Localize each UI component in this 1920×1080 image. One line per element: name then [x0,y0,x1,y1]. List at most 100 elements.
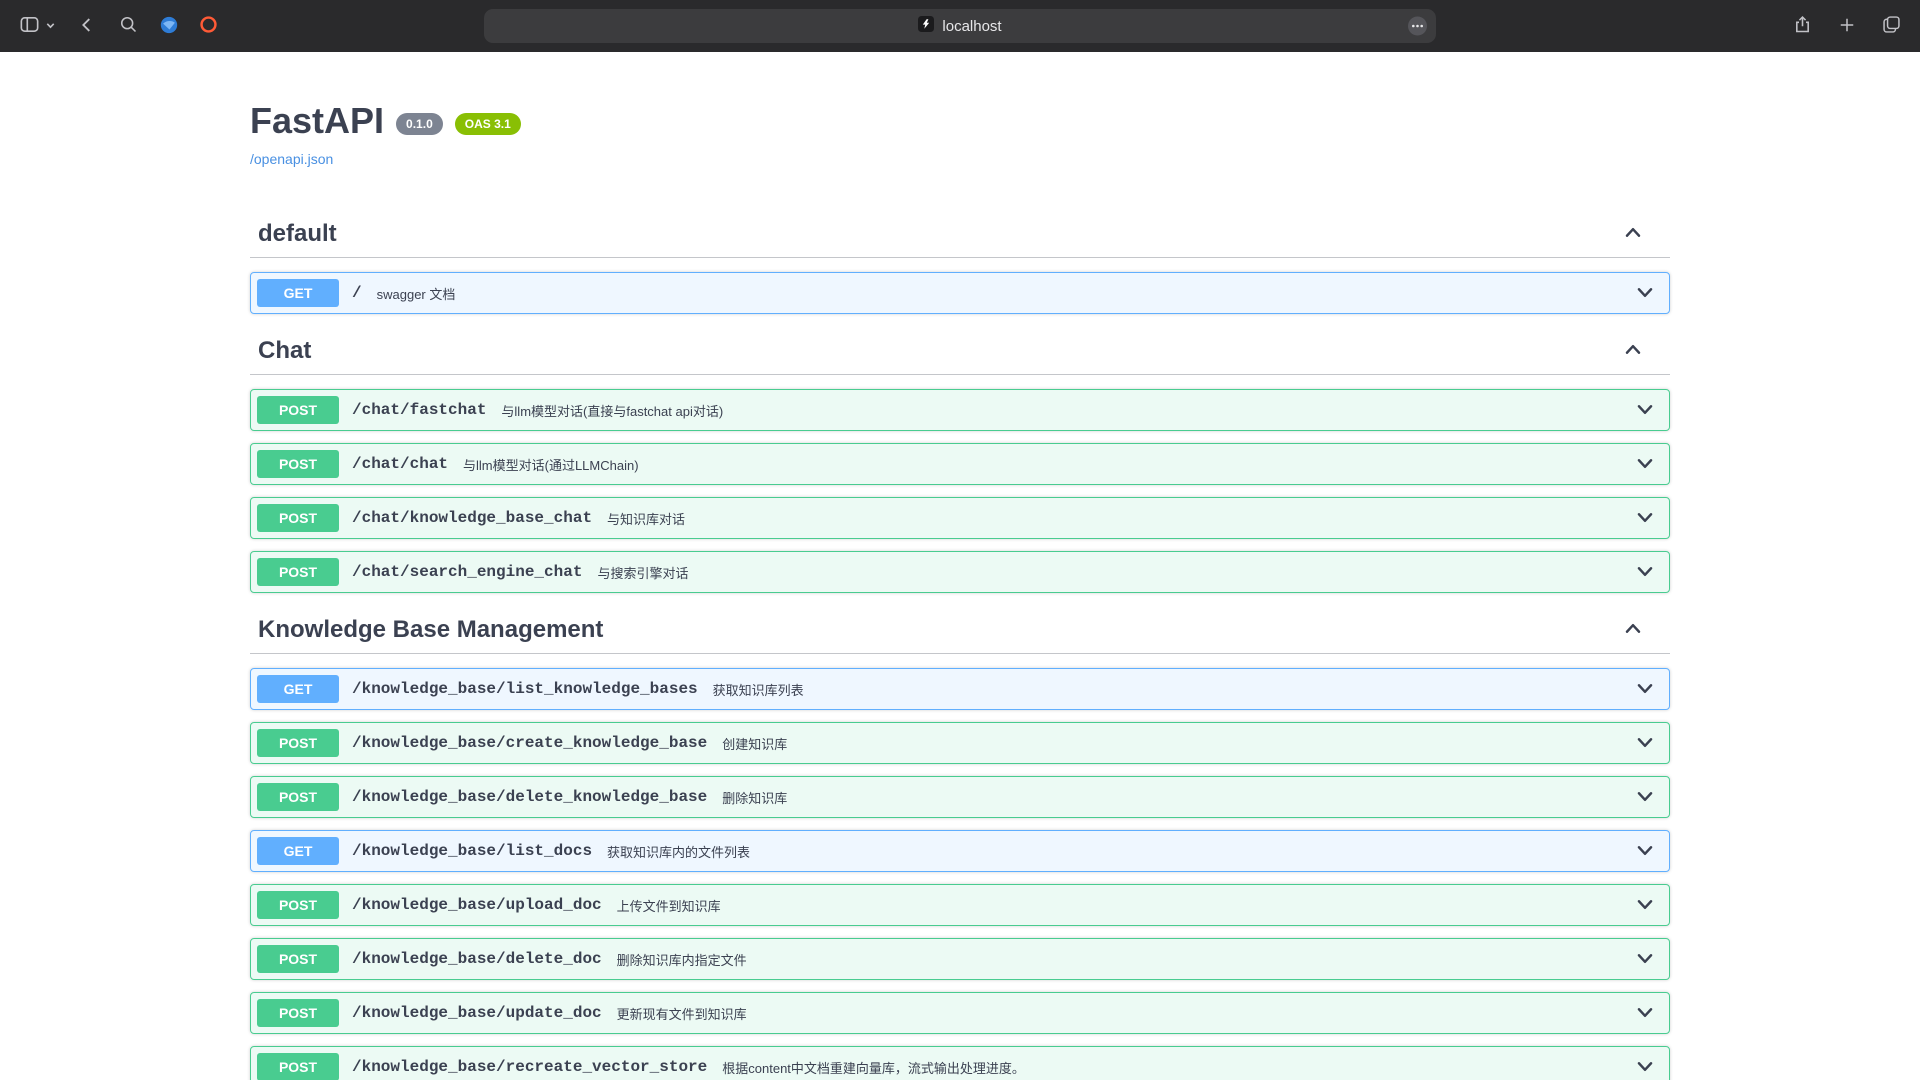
endpoint-row[interactable]: POST /knowledge_base/delete_knowledge_ba… [250,776,1670,818]
page-settings-icon[interactable] [1408,17,1427,36]
endpoint-path: / [352,284,362,302]
browser-toolbar: localhost [0,0,1920,52]
endpoint-path: /knowledge_base/list_knowledge_bases [352,680,698,698]
expand-endpoint-button[interactable] [1634,560,1656,585]
expand-endpoint-button[interactable] [1634,506,1656,531]
endpoint-row[interactable]: POST /knowledge_base/delete_doc 删除知识库内指定… [250,938,1670,980]
collapse-section-button[interactable] [1622,339,1644,364]
address-bar[interactable]: localhost [484,9,1436,43]
api-sections: default GET / swagger 文档 Chat [250,211,1670,1080]
expand-endpoint-button[interactable] [1634,398,1656,423]
endpoint-description: 删除知识库内指定文件 [617,950,747,969]
back-button[interactable] [76,14,98,39]
thunderbird-app-button[interactable] [159,15,179,38]
endpoint-row[interactable]: POST /knowledge_base/upload_doc 上传文件到知识库 [250,884,1670,926]
expand-endpoint-button[interactable] [1634,839,1656,864]
expand-endpoint-button[interactable] [1634,947,1656,972]
endpoint-description: 与llm模型对话(直接与fastchat api对话) [501,401,723,420]
endpoint-row[interactable]: POST /chat/chat 与llm模型对话(通过LLMChain) [250,443,1670,485]
api-title: FastAPI [250,100,384,142]
chevron-down-icon [1634,398,1656,423]
method-badge: POST [257,450,339,478]
endpoint-description: 创建知识库 [722,734,787,753]
method-badge: POST [257,396,339,424]
chevron-down-icon [1634,947,1656,972]
api-info: FastAPI 0.1.0 OAS 3.1 /openapi.json [250,100,1670,169]
recording-ring-button[interactable] [199,15,218,37]
expand-endpoint-button[interactable] [1634,677,1656,702]
endpoint-description: 与搜索引擎对话 [597,563,688,582]
share-button[interactable] [1792,14,1813,38]
endpoint-row[interactable]: POST /knowledge_base/update_doc 更新现有文件到知… [250,992,1670,1034]
expand-endpoint-button[interactable] [1634,1001,1656,1026]
method-badge: POST [257,558,339,586]
method-badge: POST [257,891,339,919]
endpoint-path: /chat/fastchat [352,401,486,419]
endpoint-row[interactable]: GET / swagger 文档 [250,272,1670,314]
endpoint-row[interactable]: POST /chat/fastchat 与llm模型对话(直接与fastchat… [250,389,1670,431]
plus-icon [1837,15,1857,38]
endpoint-description: 上传文件到知识库 [617,896,721,915]
expand-endpoint-button[interactable] [1634,281,1656,306]
expand-endpoint-button[interactable] [1634,452,1656,477]
method-badge: POST [257,1053,339,1080]
endpoint-description: 删除知识库 [722,788,787,807]
endpoint-row[interactable]: POST /knowledge_base/create_knowledge_ba… [250,722,1670,764]
endpoint-path: /knowledge_base/delete_doc [352,950,602,968]
endpoint-path: /knowledge_base/upload_doc [352,896,602,914]
ring-icon [199,15,218,37]
endpoint-path: /knowledge_base/list_docs [352,842,592,860]
endpoint-row[interactable]: GET /knowledge_base/list_knowledge_bases… [250,668,1670,710]
endpoint-description: 更新现有文件到知识库 [617,1004,747,1023]
collapse-section-button[interactable] [1622,618,1644,643]
thunderbird-icon [159,15,179,38]
endpoint-row[interactable]: POST /chat/knowledge_base_chat 与知识库对话 [250,497,1670,539]
share-icon [1792,14,1813,38]
expand-endpoint-button[interactable] [1634,1055,1656,1080]
sidebar-menu-chevron-button[interactable] [45,19,56,34]
section-body: GET / swagger 文档 [250,258,1670,314]
site-favicon [918,16,934,36]
chevron-down-icon [1634,785,1656,810]
endpoint-row[interactable]: GET /knowledge_base/list_docs 获取知识库内的文件列… [250,830,1670,872]
endpoint-path: /knowledge_base/update_doc [352,1004,602,1022]
endpoint-description: 与知识库对话 [607,509,685,528]
section-header[interactable]: default [250,211,1670,258]
tab-overview-button[interactable] [1881,14,1902,38]
section-title: default [258,219,337,249]
openapi-spec-link[interactable]: /openapi.json [250,151,333,167]
endpoint-description: 根据content中文档重建向量库，流式输出处理进度。 [722,1058,1025,1077]
chevron-down-icon [1634,677,1656,702]
chevron-down-icon [1634,281,1656,306]
chevron-down-icon [1634,893,1656,918]
new-tab-button[interactable] [1837,15,1857,38]
api-section: Knowledge Base Management GET /knowledge… [250,607,1670,1080]
section-body: GET /knowledge_base/list_knowledge_bases… [250,654,1670,1080]
chevron-down-icon [1634,506,1656,531]
tabs-overview-icon [1881,14,1902,38]
expand-endpoint-button[interactable] [1634,785,1656,810]
endpoint-description: 与llm模型对话(通过LLMChain) [463,455,639,474]
endpoint-path: /knowledge_base/recreate_vector_store [352,1058,707,1076]
method-badge: GET [257,837,339,865]
endpoint-path: /knowledge_base/create_knowledge_base [352,734,707,752]
sidebar-toggle-button[interactable] [18,13,41,39]
search-icon [118,14,139,38]
chevron-down-icon [1634,1001,1656,1026]
expand-endpoint-button[interactable] [1634,731,1656,756]
address-text: localhost [942,18,1001,35]
method-badge: GET [257,675,339,703]
search-button[interactable] [118,14,139,38]
collapse-section-button[interactable] [1622,222,1644,247]
chevron-up-icon [1622,618,1644,643]
chevron-down-icon [1634,452,1656,477]
section-header[interactable]: Chat [250,328,1670,375]
endpoint-path: /chat/knowledge_base_chat [352,509,592,527]
endpoint-row[interactable]: POST /chat/search_engine_chat 与搜索引擎对话 [250,551,1670,593]
version-badge: 0.1.0 [396,113,443,135]
endpoint-row[interactable]: POST /knowledge_base/recreate_vector_sto… [250,1046,1670,1080]
section-header[interactable]: Knowledge Base Management [250,607,1670,654]
chevron-up-icon [1622,222,1644,247]
expand-endpoint-button[interactable] [1634,893,1656,918]
endpoint-path: /chat/chat [352,455,448,473]
